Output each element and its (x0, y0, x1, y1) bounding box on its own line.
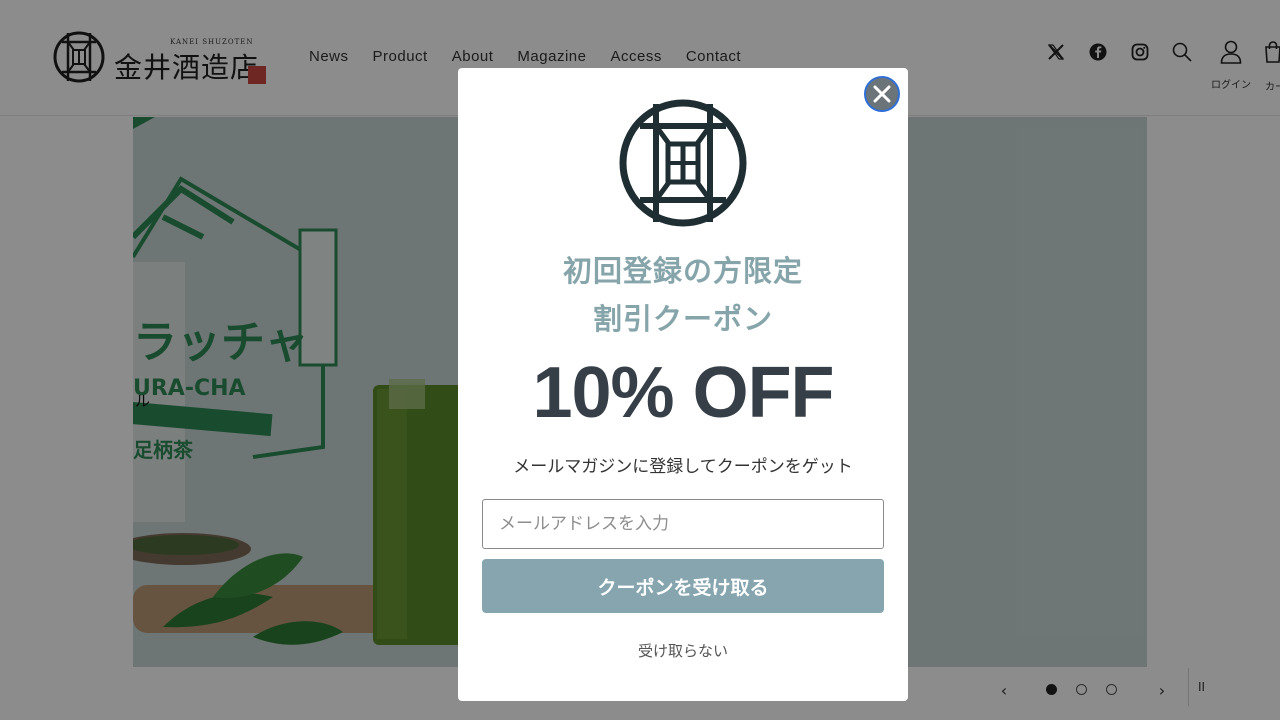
coupon-headline: 初回登録の方限定 割引クーポン (458, 248, 908, 344)
headline-line-2: 割引クーポン (592, 304, 773, 336)
coupon-subtext: メールマガジンに登録してクーポンをゲット (513, 457, 853, 476)
coupon-modal: 初回登録の方限定 割引クーポン 10% OFF メールマガジンに登録してクーポン… (458, 68, 908, 701)
close-icon (873, 85, 891, 103)
claim-coupon-button[interactable]: クーポンを受け取る (482, 559, 884, 613)
close-button[interactable] (864, 76, 900, 112)
decline-link[interactable]: 受け取らない (458, 640, 908, 661)
brand-logo-icon (619, 99, 747, 227)
email-input[interactable] (482, 499, 884, 549)
discount-amount: 10% OFF (532, 353, 834, 433)
headline-line-1: 初回登録の方限定 (562, 256, 803, 288)
